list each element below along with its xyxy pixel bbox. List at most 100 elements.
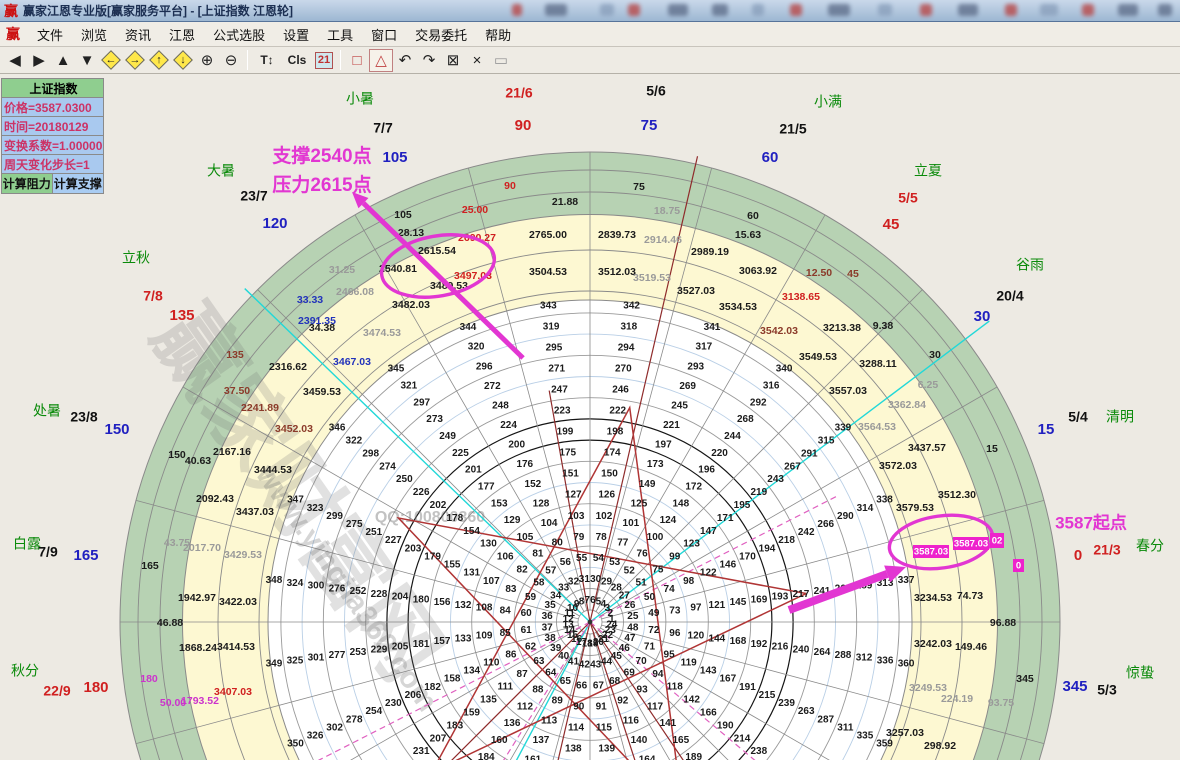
wheel-price-label: 75: [633, 181, 645, 193]
pan-down-icon[interactable]: ↓: [171, 49, 195, 72]
wheel-number: 247: [551, 385, 568, 396]
wheel-price-label: 149.46: [955, 641, 987, 653]
rect-tool-icon[interactable]: □: [345, 49, 369, 72]
gann-wheel[interactable]: 赢家财富网www.yingjia360.comQQ:10080036012345…: [0, 74, 1180, 760]
wheel-number: 266: [817, 519, 834, 530]
outer-degree-label: 15: [1038, 421, 1055, 438]
cls-button[interactable]: Cls: [282, 49, 312, 72]
wheel-number: 338: [876, 495, 893, 506]
nav-down-icon[interactable]: ▼: [75, 49, 99, 72]
wheel-price-label: 224.19: [941, 693, 973, 705]
menu-item-6[interactable]: 工具: [318, 22, 362, 47]
wheel-number: 51: [636, 577, 648, 588]
background-window-fragment: [920, 4, 932, 16]
wheel-number: 86: [505, 649, 517, 660]
wheel-number: 101: [623, 518, 640, 529]
rotate-ccw-icon[interactable]: ↶: [393, 49, 417, 72]
wheel-number: 300: [308, 581, 325, 592]
solar-term-label: 谷雨: [1016, 257, 1044, 273]
wheel-number: 194: [759, 543, 776, 554]
wheel-number: 58: [533, 577, 545, 588]
wheel-number: 62: [525, 641, 537, 652]
outer-degree-label: 7/7: [373, 120, 393, 136]
wheel-price-label: 105: [394, 209, 412, 221]
wheel-number: 346: [329, 423, 346, 434]
pan-left-icon[interactable]: ←: [99, 49, 123, 72]
wheel-number: 136: [504, 718, 521, 729]
wheel-number: 89: [552, 696, 564, 707]
wheel-number: 207: [430, 733, 447, 744]
wheel-number: 107: [483, 576, 500, 587]
triangle-tool-icon[interactable]: △: [369, 49, 393, 72]
wheel-number: 172: [685, 481, 702, 492]
pan-up-icon[interactable]: ↑: [147, 49, 171, 72]
wheel-number: 145: [730, 597, 747, 608]
wheel-number: 242: [798, 527, 815, 538]
wheel-number: 121: [709, 600, 726, 611]
background-window-fragment: [545, 4, 567, 16]
wheel-number: 30: [590, 574, 602, 585]
wheel-number: 318: [621, 322, 638, 333]
wheel-number: 160: [491, 735, 508, 746]
wheel-price-label: 2167.16: [213, 446, 251, 458]
wheel-number: 146: [719, 560, 736, 571]
wheel-price-label: 3234.53: [914, 592, 952, 604]
menu-item-4[interactable]: 公式选股: [204, 22, 274, 47]
wheel-number: 246: [612, 385, 629, 396]
wheel-price-label: 3557.03: [829, 385, 867, 397]
calendar-icon[interactable]: 21: [312, 49, 336, 72]
wheel-price-label: 3474.53: [363, 327, 401, 339]
wheel-number: 191: [739, 682, 756, 693]
wheel-number: 67: [593, 680, 605, 691]
price-scale-icon[interactable]: T↕: [252, 49, 282, 72]
outer-degree-label: 60: [762, 149, 779, 166]
menu-item-1[interactable]: 浏览: [72, 22, 116, 47]
menu-item-7[interactable]: 窗口: [362, 22, 406, 47]
wheel-number: 83: [505, 584, 517, 595]
wheel-number: 29: [601, 577, 613, 588]
outer-degree-label: 105: [382, 149, 407, 166]
wheel-number: 91: [596, 702, 608, 713]
zoom-out-icon[interactable]: ⊖: [219, 49, 243, 72]
pan-right-icon[interactable]: →: [123, 49, 147, 72]
outer-degree-label: 165: [73, 547, 98, 564]
wheel-number: 72: [648, 625, 660, 636]
calc-resistance-button[interactable]: 计算阻力: [2, 174, 53, 193]
wheel-number: 254: [365, 706, 382, 717]
nav-up-icon[interactable]: ▲: [51, 49, 75, 72]
zoom-in-icon[interactable]: ⊕: [195, 49, 219, 72]
wheel-number: 105: [517, 532, 534, 543]
wheel-number: 49: [648, 608, 660, 619]
wheel-number: 103: [568, 511, 585, 522]
menu-item-5[interactable]: 设置: [274, 22, 318, 47]
wheel-number: 228: [371, 589, 388, 600]
wheel-number: 230: [385, 698, 402, 709]
wheel-price-label: 3437.03: [236, 506, 274, 518]
wheel-number: 88: [532, 685, 544, 696]
panel-step-row: 周天变化步长=1: [2, 155, 103, 174]
wheel-price-label: 3257.03: [886, 727, 924, 739]
menu-item-0[interactable]: 文件: [28, 22, 72, 47]
eraser-icon[interactable]: ▭: [489, 49, 513, 72]
wheel-number: 98: [683, 576, 695, 587]
wheel-number: 350: [287, 739, 304, 750]
menu-item-8[interactable]: 交易委托: [406, 22, 476, 47]
wheel-number: 205: [392, 642, 409, 653]
menu-item-2[interactable]: 资讯: [116, 22, 160, 47]
boxed-x-icon[interactable]: ⊠: [441, 49, 465, 72]
wheel-number: 60: [521, 608, 533, 619]
center-tool-icon[interactable]: ×: [465, 49, 489, 72]
outer-degree-label: 23/7: [240, 188, 267, 204]
calc-support-button[interactable]: 计算支撑: [53, 174, 104, 193]
wheel-number: 277: [329, 650, 346, 661]
wheel-price-label: 3519.53: [633, 272, 671, 284]
wheel-number: 59: [525, 592, 537, 603]
nav-left-icon[interactable]: ◀: [3, 49, 27, 72]
wheel-number: 131: [463, 568, 480, 579]
wheel-number: 97: [690, 603, 702, 614]
menu-item-9[interactable]: 帮助: [476, 22, 520, 47]
wheel-number: 119: [681, 658, 698, 669]
menu-item-3[interactable]: 江恩: [160, 22, 204, 47]
rotate-cw-icon[interactable]: ↷: [417, 49, 441, 72]
nav-right-icon[interactable]: ▶: [27, 49, 51, 72]
